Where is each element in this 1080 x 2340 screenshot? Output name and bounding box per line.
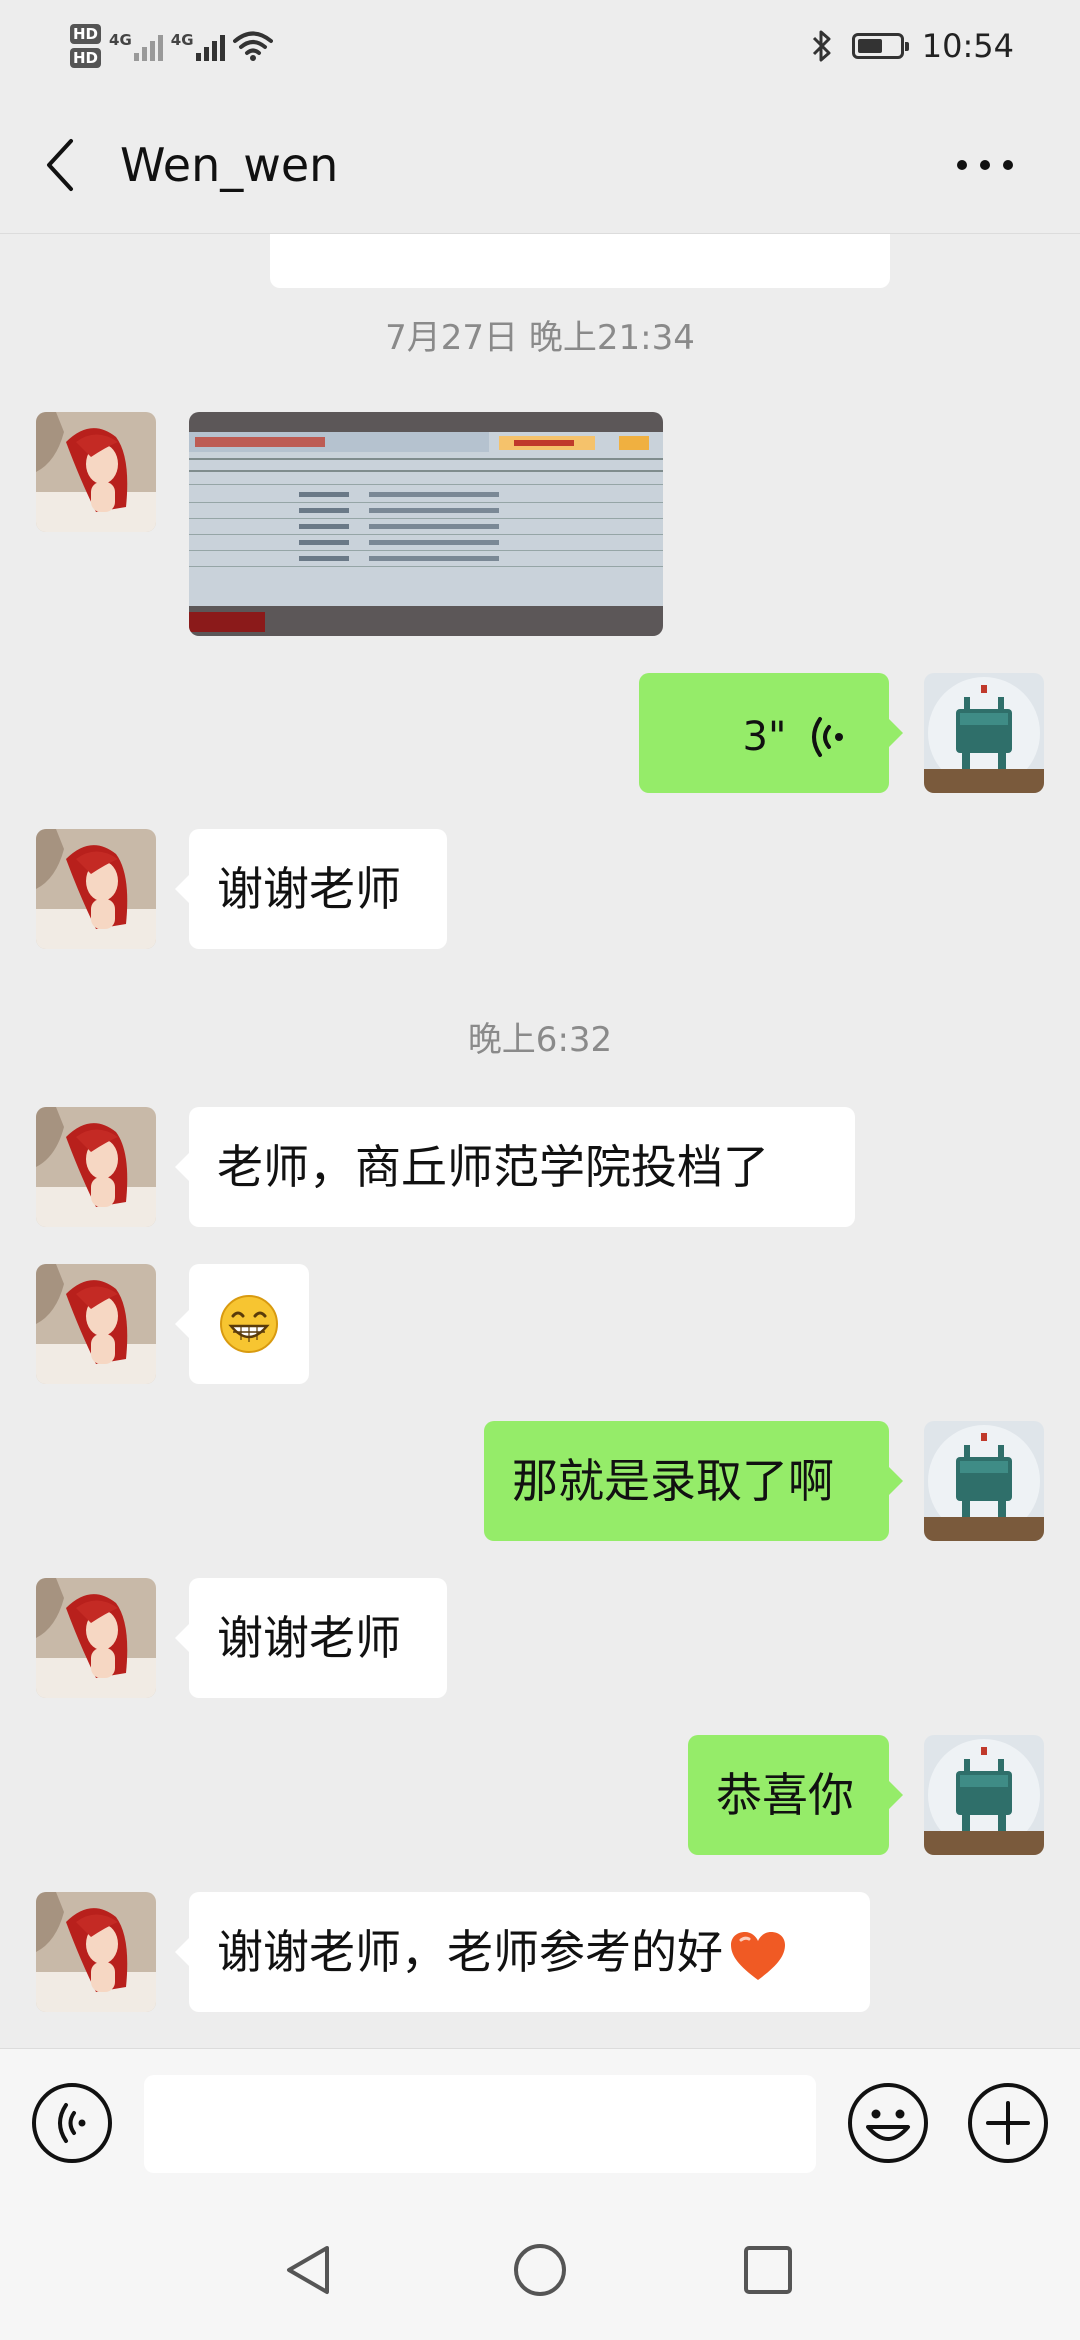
avatar-image (36, 1892, 156, 2012)
wifi-icon (232, 31, 273, 61)
sim2-network-label: 4G (170, 31, 194, 49)
bluetooth-icon (812, 30, 831, 62)
chevron-left-icon (47, 139, 73, 191)
status-time: 10:54 (921, 27, 1014, 65)
plus-icon (968, 2083, 1048, 2163)
timestamp: 晚上6:32 (467, 1020, 613, 1060)
clipped-message-bubble[interactable] (270, 234, 890, 288)
voice-message-bubble[interactable]: 3" (639, 673, 903, 793)
battery-icon (851, 33, 909, 59)
avatar-image (924, 1735, 1044, 1855)
my-avatar[interactable] (924, 1421, 1044, 1541)
contact-avatar[interactable] (36, 1578, 156, 1698)
avatar-image (924, 673, 1044, 793)
sim2-hd-label: HD (70, 48, 102, 68)
message-bubble[interactable]: 谢谢老师，老师参考的好 (175, 1892, 870, 2012)
battery-level (857, 39, 882, 53)
nav-back-icon (287, 2246, 329, 2294)
chat-message-list[interactable]: 7月27日 晚上21:34 3" 谢谢老师 晚上6:32 老师，商丘师范学院投档… (0, 234, 1080, 2048)
my-avatar[interactable] (924, 1735, 1044, 1855)
status-right-group: 10:54 (810, 16, 1014, 76)
emoji-message-bubble[interactable] (175, 1264, 309, 1384)
voice-duration: 3" (742, 713, 787, 760)
contact-avatar[interactable] (36, 1107, 156, 1227)
contact-avatar[interactable] (36, 829, 156, 949)
contact-avatar[interactable] (36, 1892, 156, 2012)
message-bubble[interactable]: 谢谢老师 (175, 1578, 447, 1698)
nav-home-icon (514, 2244, 566, 2296)
my-avatar[interactable] (924, 673, 1044, 793)
message-bubble[interactable]: 谢谢老师 (175, 829, 447, 949)
voice-wave-icon (812, 716, 843, 757)
message-input[interactable] (144, 2075, 816, 2173)
chat-title: Wen_wen (120, 138, 339, 192)
signal-icon (133, 31, 163, 61)
message-input-bar (0, 2048, 1080, 2198)
back-button[interactable] (30, 130, 90, 200)
more-dots-icon (957, 160, 1013, 170)
system-navigation-bar (0, 2198, 1080, 2340)
message-text: 谢谢老师，老师参考的好 (217, 1925, 723, 1979)
status-left-group: HD HD 4G 4G (70, 16, 273, 76)
grinning-face-icon (220, 1295, 278, 1353)
voice-mode-icon (32, 2083, 112, 2163)
emoji-icon (848, 2083, 928, 2163)
nav-recent-icon (744, 2246, 792, 2294)
more-actions-button[interactable] (966, 2081, 1050, 2165)
avatar-image (36, 1578, 156, 1698)
message-bubble[interactable]: 恭喜你 (688, 1735, 903, 1855)
avatar-image (36, 412, 156, 532)
sim2-signal: 4G (171, 31, 225, 61)
voice-mode-button[interactable] (30, 2081, 114, 2165)
more-options-button[interactable] (940, 130, 1030, 200)
status-bar: HD HD 4G 4G 10:54 (0, 0, 1080, 96)
nav-back-button[interactable] (270, 2232, 346, 2308)
image-message[interactable] (189, 412, 663, 636)
emoji-button[interactable] (846, 2081, 930, 2165)
hd-icon: HD HD (70, 24, 102, 68)
chat-header: Wen_wen (0, 96, 1080, 234)
sim1-signal: 4G (109, 31, 163, 61)
avatar-image (924, 1421, 1044, 1541)
message-bubble[interactable]: 那就是录取了啊 (484, 1421, 903, 1541)
avatar-image (36, 829, 156, 949)
sim1-hd-label: HD (70, 24, 102, 44)
avatar-image (36, 1107, 156, 1227)
contact-avatar[interactable] (36, 412, 156, 532)
heart-icon (731, 1931, 785, 1980)
contact-avatar[interactable] (36, 1264, 156, 1384)
timestamp: 7月27日 晚上21:34 (385, 318, 695, 358)
avatar-image (36, 1264, 156, 1384)
sim1-network-label: 4G (109, 31, 132, 49)
screenshot-thumbnail (189, 412, 663, 636)
message-bubble[interactable]: 老师，商丘师范学院投档了 (175, 1107, 855, 1227)
signal-icon (195, 31, 225, 61)
nav-home-button[interactable] (502, 2232, 578, 2308)
nav-recent-button[interactable] (730, 2232, 806, 2308)
